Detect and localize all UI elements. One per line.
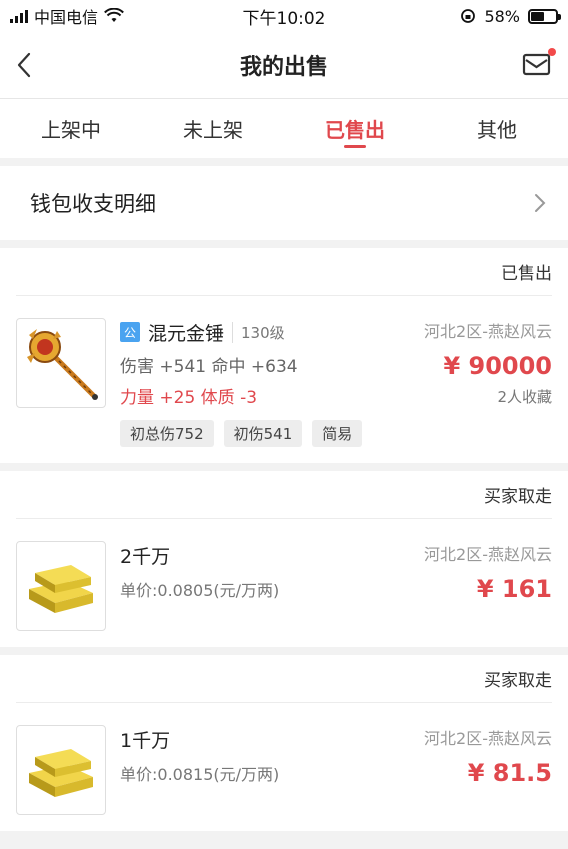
favorites-count: 2人收藏	[497, 388, 552, 406]
item-price: ¥ 90000	[443, 352, 552, 380]
mail-icon	[522, 53, 551, 76]
order-card[interactable]: 买家取走 2千万 单价:0.0805(元/万两) 河北2区-燕赵风云 ¥ 161	[0, 471, 568, 647]
item-price: ¥ 81.5	[467, 759, 552, 787]
tab-sold[interactable]: 已售出	[284, 99, 426, 158]
item-name: 2千万	[120, 545, 171, 568]
item-tag: 初总伤752	[120, 420, 214, 447]
tab-active-indicator	[344, 145, 366, 148]
item-price: ¥ 161	[476, 575, 552, 603]
item-thumbnail	[16, 725, 106, 815]
notification-dot	[548, 48, 556, 56]
order-card[interactable]: 买家取走 1千万 单价:0.0815(元/万两) 河北2区-燕赵风云 ¥ 81.…	[0, 655, 568, 831]
server-label: 河北2区-燕赵风云	[424, 322, 552, 341]
item-thumbnail	[16, 318, 106, 408]
item-name: 混元金锤	[148, 322, 225, 345]
item-thumbnail	[16, 541, 106, 631]
order-status: 买家取走	[484, 487, 552, 507]
battery-percent: 58%	[484, 6, 520, 26]
golden-hammer-icon	[27, 329, 98, 400]
item-tag: 简易	[312, 420, 363, 447]
clock: 下午10:02	[242, 8, 326, 29]
gold-bars-icon	[29, 565, 93, 613]
wallet-details-label: 钱包收支明细	[30, 192, 156, 216]
page-title: 我的出售	[239, 55, 328, 80]
server-label: 河北2区-燕赵风云	[424, 545, 552, 564]
chevron-right-icon	[535, 194, 546, 212]
server-label: 河北2区-燕赵风云	[424, 729, 552, 748]
nav-bar: 我的出售	[0, 32, 568, 98]
status-bar: 中国电信 下午10:02 58%	[0, 0, 568, 32]
back-icon[interactable]	[16, 52, 32, 78]
tab-label: 其他	[477, 118, 517, 142]
order-status: 买家取走	[484, 671, 552, 691]
order-status: 已售出	[501, 264, 552, 284]
tab-label: 已售出	[325, 118, 385, 142]
gold-bars-icon	[29, 749, 93, 797]
wallet-details-row[interactable]: 钱包收支明细	[0, 166, 568, 240]
tab-other[interactable]: 其他	[426, 99, 568, 158]
orientation-lock-icon	[461, 9, 476, 23]
signal-icon	[10, 9, 28, 23]
battery-icon	[528, 8, 561, 24]
page: 中国电信 下午10:02 58% 我的出售 上架中 未上架 已售出 其他 钱包收…	[0, 0, 568, 849]
tab-bar: 上架中 未上架 已售出 其他	[0, 98, 568, 158]
carrier-label: 中国电信	[34, 8, 99, 27]
order-card[interactable]: 已售出 公 混元金锤 130级 伤害 +541 命中 +634 力量 +25 体…	[0, 248, 568, 463]
messages-button[interactable]	[522, 48, 556, 78]
item-tag: 初伤541	[223, 420, 303, 447]
item-name: 1千万	[120, 729, 171, 752]
item-level: 130级	[232, 321, 285, 343]
public-badge: 公	[120, 322, 140, 342]
tab-label: 未上架	[183, 118, 243, 142]
wifi-icon	[104, 8, 124, 22]
tab-on-sale[interactable]: 上架中	[0, 99, 142, 158]
tab-label: 上架中	[41, 118, 101, 142]
tab-not-listed[interactable]: 未上架	[142, 99, 284, 158]
